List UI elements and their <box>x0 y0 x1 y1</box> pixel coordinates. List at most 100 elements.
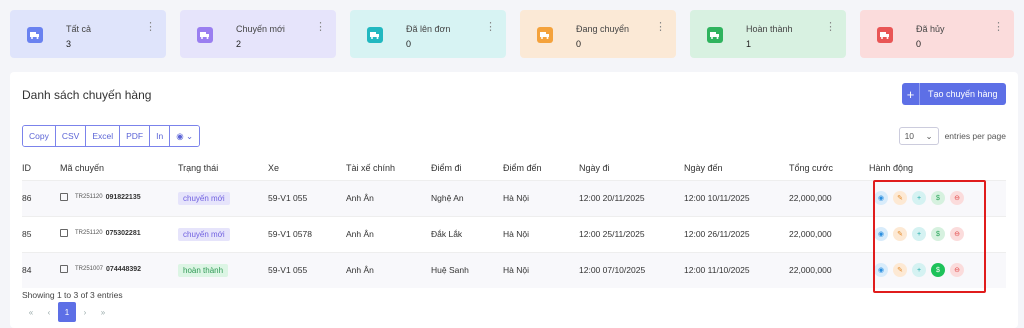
csv-button[interactable]: CSV <box>55 126 87 146</box>
card-all[interactable]: Tất cả 3 ⋮ <box>10 10 166 58</box>
more-vertical-icon[interactable]: ⋮ <box>315 22 326 33</box>
cell-to: Hà Nội <box>503 265 529 276</box>
status-badge: chuyến mới <box>178 191 230 205</box>
copy-button[interactable]: Copy <box>23 126 56 146</box>
card-label: Chuyến mới <box>236 24 285 34</box>
card-count: 0 <box>576 39 582 49</box>
more-vertical-icon[interactable]: ⋮ <box>825 22 836 33</box>
create-shipment-button[interactable]: + Tạo chuyến hàng <box>902 83 1006 105</box>
card-ordered[interactable]: Đã lên đơn 0 ⋮ <box>350 10 506 58</box>
column-header: Hành động <box>869 162 914 173</box>
more-vertical-icon[interactable]: ⋮ <box>655 22 666 33</box>
cell-depart: 12:00 20/11/2025 <box>579 193 645 203</box>
last-page-button[interactable]: » <box>94 302 112 322</box>
more-vertical-icon[interactable]: ⋮ <box>485 22 496 33</box>
card-count: 3 <box>66 39 72 49</box>
actions-highlight-box <box>873 180 986 293</box>
card-count: 1 <box>746 39 752 49</box>
table-info: Showing 1 to 3 of 3 entries <box>22 290 123 300</box>
column-header[interactable]: Trạng thái <box>178 156 268 180</box>
cell-id: 86 <box>22 193 32 203</box>
column-header[interactable]: Ngày đến <box>684 156 789 180</box>
column-header[interactable]: ID <box>22 156 60 180</box>
more-vertical-icon[interactable]: ⋮ <box>145 22 156 33</box>
first-page-button[interactable]: « <box>22 302 40 322</box>
more-vertical-icon[interactable]: ⋮ <box>993 22 1004 33</box>
excel-button[interactable]: Excel <box>86 126 121 146</box>
cell-depart: 12:00 07/10/2025 <box>579 265 646 276</box>
card-count: 2 <box>236 39 242 49</box>
cell-to: Hà Nội <box>503 229 529 239</box>
cell-status: hoàn thành <box>178 252 268 288</box>
column-visibility-button[interactable]: ◉ ⌄ <box>170 126 200 146</box>
cell-from: Huệ Sanh <box>431 265 469 276</box>
cell-id: 85 <box>22 229 32 239</box>
truck-icon <box>877 27 893 43</box>
column-header[interactable]: Tài xế chính <box>346 156 431 180</box>
card-label: Tất cả <box>66 24 92 34</box>
cell-total: 22,000,000 <box>789 229 832 239</box>
cell-total: 22,000,000 <box>789 193 832 203</box>
cell-arrive: 12:00 26/11/2025 <box>684 229 750 239</box>
column-header[interactable]: Tổng cước <box>789 156 869 180</box>
cell-status: chuyến mới <box>178 216 268 252</box>
cell-code: TR251120 091822135 <box>60 180 178 216</box>
truck-icon <box>707 27 723 43</box>
truck-icon <box>367 27 383 43</box>
card-new[interactable]: Chuyến mới 2 ⋮ <box>180 10 336 58</box>
print-button[interactable]: In <box>150 126 171 146</box>
code-prefix: TR251007 <box>75 266 104 273</box>
cell-id: 84 <box>22 265 32 276</box>
cell-depart: 12:00 25/11/2025 <box>579 229 645 239</box>
code-prefix: TR251120 <box>75 230 103 236</box>
pdf-button[interactable]: PDF <box>120 126 151 146</box>
truck-icon <box>27 27 43 43</box>
shipments-panel: Danh sách chuyến hàng + Tạo chuyến hàng … <box>10 72 1018 328</box>
copy-icon[interactable] <box>60 229 68 237</box>
cell-to: Hà Nội <box>503 193 529 203</box>
truck-icon <box>537 27 553 43</box>
column-header[interactable]: Ngày đi <box>579 156 684 180</box>
prev-page-button[interactable]: ‹ <box>40 302 58 322</box>
column-header[interactable]: Điểm đi <box>431 156 503 180</box>
status-cards: Tất cả 3 ⋮ Chuyến mới 2 ⋮ Đã lên đơn 0 ⋮… <box>10 10 1014 58</box>
column-header[interactable]: Xe <box>268 156 346 180</box>
card-label: Hoàn thành <box>746 24 793 34</box>
page-1-button[interactable]: 1 <box>58 302 76 322</box>
page-size-select[interactable]: 10 ⌄ <box>898 127 939 145</box>
shipments-table: ID Mã chuyến Trạng thái Xe Tài xế chính … <box>22 156 1006 288</box>
card-label: Đã lên đơn <box>406 24 451 34</box>
chevron-down-icon: ⌄ <box>925 130 933 141</box>
card-label: Đã hủy <box>916 24 945 34</box>
column-header[interactable]: Điểm đến <box>503 156 579 180</box>
panel-title: Danh sách chuyến hàng <box>22 88 152 102</box>
cell-arrive: 12:00 11/10/2025 <box>684 265 750 276</box>
copy-icon[interactable] <box>60 193 68 201</box>
copy-icon[interactable] <box>60 265 68 274</box>
cell-driver: Anh Ân <box>346 193 374 203</box>
card-label: Đang chuyển <box>576 24 630 34</box>
cell-status: chuyến mới <box>178 180 268 216</box>
cell-vehicle: 59-V1 0578 <box>268 229 312 239</box>
eye-icon: ◉ ⌄ <box>176 130 194 141</box>
cell-code: TR251120 075302281 <box>60 216 178 252</box>
cell-from: Nghệ An <box>431 193 464 203</box>
truck-icon <box>197 27 213 43</box>
status-badge: chuyến mới <box>178 227 230 241</box>
create-shipment-label: Tạo chuyến hàng <box>928 89 998 99</box>
card-completed[interactable]: Hoàn thành 1 ⋮ <box>690 10 846 58</box>
card-cancelled[interactable]: Đã hủy 0 ⋮ <box>860 10 1014 58</box>
card-count: 0 <box>916 39 922 49</box>
next-page-button[interactable]: › <box>76 302 94 322</box>
export-buttons: Copy CSV Excel PDF In ◉ ⌄ <box>22 125 201 147</box>
card-count: 0 <box>406 39 412 49</box>
page-size-control: 10 ⌄ entries per page <box>898 127 1006 145</box>
code-number: 074448392 <box>106 265 142 273</box>
table-row: 86 TR251120 091822135 chuyến mới 59-V1 05… <box>22 180 1006 216</box>
cell-vehicle: 59-V1 055 <box>268 265 308 276</box>
page-size-suffix: entries per page <box>944 131 1006 141</box>
cell-driver: Anh Ân <box>346 265 374 276</box>
column-header[interactable]: Mã chuyến <box>60 156 178 180</box>
card-in-transit[interactable]: Đang chuyển 0 ⋮ <box>520 10 676 58</box>
table-row: 84 TR251007 074448392 hoàn thành 59-V1 05… <box>22 252 1006 288</box>
